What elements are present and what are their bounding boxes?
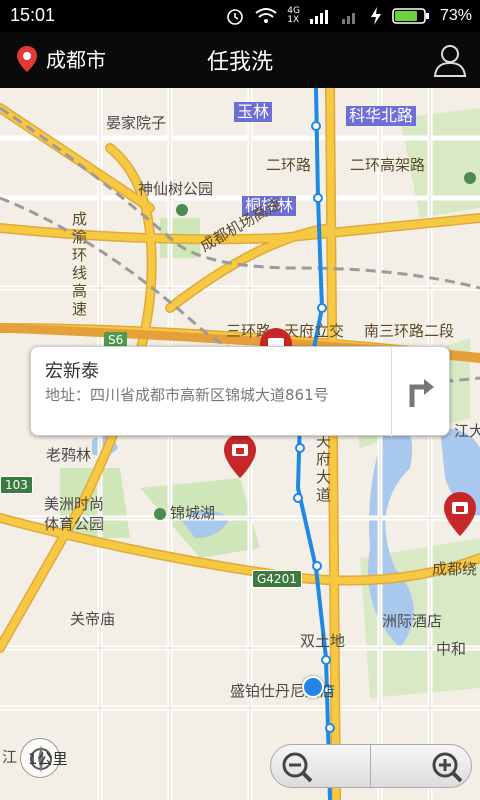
map-label-yanjia: 晏家院子: [106, 114, 167, 132]
charging-icon: [370, 7, 381, 25]
signal-empty-icon: [341, 13, 355, 24]
scale-label: 1公里: [28, 750, 68, 768]
title-bar: 成都市 任我洗: [0, 32, 480, 88]
signal-icon: [309, 10, 328, 24]
current-location-dot: [302, 676, 324, 698]
shop-name: 宏新泰: [45, 361, 99, 382]
road-label-erhuan: 二环路: [266, 156, 312, 174]
place-tag-yulin[interactable]: 玉林: [234, 102, 273, 122]
status-icons: 4G 1X 73%: [225, 6, 472, 26]
city-selector[interactable]: 成都市: [16, 44, 106, 73]
map-pin-icon: [17, 45, 37, 72]
turn-right-icon: [409, 379, 434, 407]
navigate-button[interactable]: [391, 347, 449, 437]
shop-pin[interactable]: [442, 490, 478, 546]
shop-pin-icon: [224, 434, 256, 478]
user-icon: [433, 45, 467, 77]
city-label: 成都市: [46, 48, 106, 72]
road-label-chengyu: 成渝环线高速: [72, 210, 88, 318]
map-label-shuangtudi: 双土地: [300, 632, 346, 650]
map-label-shenxianshu: 神仙树公园: [138, 180, 214, 198]
road-shield-g4201: G4201: [252, 570, 302, 588]
alarm-icon: [227, 9, 244, 25]
road-shield-103: 103: [0, 476, 33, 494]
map-label-meizhou: 美洲时尚体育公园: [44, 495, 105, 533]
place-tag-kehua[interactable]: 科华北路: [346, 106, 417, 126]
road-label-tianfu-ave: 天府大道: [316, 432, 332, 504]
status-bar: 15:01 4G 1X 73%: [0, 0, 480, 32]
shop-pin[interactable]: [222, 432, 258, 488]
map-label-laoyalin: 老鸦林: [46, 446, 92, 464]
map-label-guandimiao: 关帝庙: [70, 610, 116, 628]
map-label-jiangda: 江大: [454, 422, 480, 440]
wifi-icon: [255, 8, 277, 23]
map-label-zhonghe: 中和: [436, 640, 467, 658]
road-label-chengdu-rao: 成都绕: [432, 560, 478, 578]
road-label-nan-sanhuan: 南三环路二段: [364, 322, 455, 340]
network-type: 4G 1X: [287, 6, 300, 25]
battery-percent: 73%: [439, 7, 472, 24]
map-label-zhouji: 洲际酒店: [382, 612, 443, 630]
zoom-in-button[interactable]: [371, 744, 472, 788]
map-label-jiang: 江: [2, 748, 18, 766]
battery-icon: [392, 8, 429, 24]
map-label-jinchenghu: 锦城湖: [170, 504, 216, 522]
zoom-out-button[interactable]: [270, 744, 371, 788]
map-view[interactable]: 玉林 科华北路 桐梓林 晏家院子 神仙树公园 老鸦林 美洲时尚体育公园 锦城湖 …: [0, 88, 480, 800]
zoom-controls: [270, 744, 472, 788]
zoom-in-icon: [432, 752, 463, 783]
road-label-erhuan-gaojia: 二环高架路: [350, 156, 426, 174]
shop-pin-icon: [444, 492, 476, 536]
user-button[interactable]: [432, 42, 468, 78]
status-time: 15:01: [10, 5, 56, 25]
shop-info-card[interactable]: 宏新泰 地址：四川省成都市高新区锦城大道861号: [30, 346, 450, 437]
shop-address: 地址：四川省成都市高新区锦城大道861号: [45, 386, 329, 404]
zoom-out-icon: [282, 752, 313, 783]
